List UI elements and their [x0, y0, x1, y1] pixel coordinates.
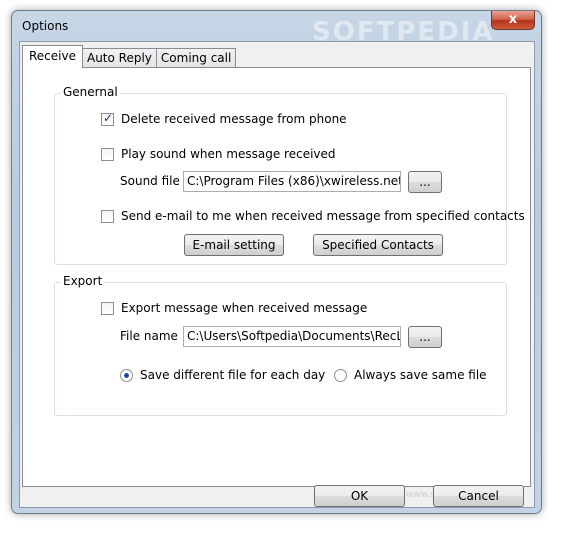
specified-contacts-button[interactable]: Specified Contacts — [313, 234, 443, 256]
delete-received-label: Delete received message from phone — [121, 112, 347, 126]
options-window: Options SOFTPEDIA x Receive Auto Reply C… — [11, 10, 542, 514]
sound-file-label: Sound file — [120, 174, 180, 188]
sound-file-browse-button[interactable]: ... — [408, 171, 442, 193]
window-title: Options — [22, 19, 69, 33]
send-email-label: Send e-mail to me when received message … — [121, 209, 525, 223]
always-same-label: Always save same file — [354, 368, 487, 382]
dialog-client-area: Receive Auto Reply Coming call Genernal … — [19, 41, 535, 508]
tab-strip: Receive Auto Reply Coming call — [22, 45, 237, 68]
general-group: Genernal Delete received message from ph… — [54, 85, 525, 265]
ok-button[interactable]: OK — [314, 485, 405, 507]
export-message-label: Export message when received message — [121, 301, 368, 315]
tab-coming-call[interactable]: Coming call — [155, 48, 237, 68]
close-button[interactable]: x — [491, 11, 535, 30]
send-email-row[interactable]: Send e-mail to me when received message … — [101, 209, 525, 223]
tab-auto-reply[interactable]: Auto Reply — [81, 48, 157, 68]
export-group: Export Export message when received mess… — [54, 274, 507, 416]
cancel-button[interactable]: Cancel — [433, 485, 524, 507]
export-message-row[interactable]: Export message when received message — [101, 301, 367, 315]
always-same-row[interactable]: Always save same file — [334, 368, 487, 382]
sound-file-input[interactable]: C:\Program Files (x86)\xwireless.net\2\ — [183, 171, 401, 192]
send-email-checkbox[interactable] — [101, 209, 114, 223]
delete-received-checkbox[interactable] — [101, 111, 114, 126]
delete-received-row[interactable]: Delete received message from phone — [101, 111, 347, 126]
file-name-browse-button[interactable]: ... — [408, 326, 442, 348]
export-group-title: Export — [61, 274, 105, 288]
play-sound-checkbox[interactable] — [101, 147, 114, 161]
always-same-radio[interactable] — [334, 368, 347, 382]
play-sound-row[interactable]: Play sound when message received — [101, 147, 336, 161]
file-name-input[interactable]: C:\Users\Softpedia\Documents\RecLog — [183, 326, 401, 347]
play-sound-label: Play sound when message received — [121, 147, 336, 161]
close-icon: x — [508, 12, 518, 27]
save-different-label: Save different file for each day — [140, 368, 326, 382]
general-group-title: Genernal — [61, 85, 120, 99]
save-different-row[interactable]: Save different file for each day — [120, 368, 325, 382]
tab-receive[interactable]: Receive — [22, 45, 83, 68]
file-name-label: File name — [120, 329, 178, 343]
save-different-radio[interactable] — [120, 368, 133, 382]
email-setting-button[interactable]: E-mail setting — [184, 234, 284, 256]
receive-tab-panel: Genernal Delete received message from ph… — [22, 67, 531, 487]
export-message-checkbox[interactable] — [101, 301, 114, 315]
